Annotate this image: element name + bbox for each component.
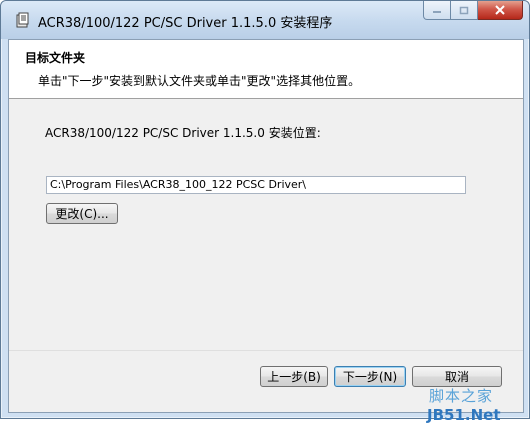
close-button[interactable] [478, 1, 523, 20]
close-icon [495, 5, 505, 15]
dialog-content: 目标文件夹 单击"下一步"安装到默认文件夹或单击"更改"选择其他位置。 ACR3… [8, 39, 524, 424]
install-path-field[interactable]: C:\Program Files\ACR38_100_122 PCSC Driv… [46, 176, 466, 194]
footer-divider [9, 350, 523, 351]
watermark-en: JB51.Net [427, 406, 501, 424]
cancel-button[interactable]: 取消 [412, 366, 502, 387]
wizard-header: 目标文件夹 单击"下一步"安装到默认文件夹或单击"更改"选择其他位置。 [9, 40, 523, 99]
minimize-button[interactable] [423, 1, 451, 20]
next-button[interactable]: 下一步(N) [334, 366, 406, 387]
maximize-icon [459, 6, 469, 14]
installer-window: ACR38/100/122 PC/SC Driver 1.1.5.0 安装程序 … [0, 0, 530, 424]
watermark-cn: 脚本之家 [429, 387, 494, 405]
minimize-icon [433, 11, 441, 13]
title-bar[interactable]: ACR38/100/122 PC/SC Driver 1.1.5.0 安装程序 [1, 1, 529, 39]
change-button[interactable]: 更改(C)... [46, 203, 118, 224]
page-subtitle: 单击"下一步"安装到默认文件夹或单击"更改"选择其他位置。 [38, 74, 361, 88]
install-location-label: ACR38/100/122 PC/SC Driver 1.1.5.0 安装位置: [45, 126, 321, 140]
installer-app-icon [16, 12, 29, 28]
caption-buttons [423, 1, 523, 22]
maximize-button[interactable] [451, 1, 478, 20]
back-button[interactable]: 上一步(B) [260, 366, 328, 387]
window-title: ACR38/100/122 PC/SC Driver 1.1.5.0 安装程序 [38, 16, 333, 31]
page-title: 目标文件夹 [25, 51, 86, 65]
